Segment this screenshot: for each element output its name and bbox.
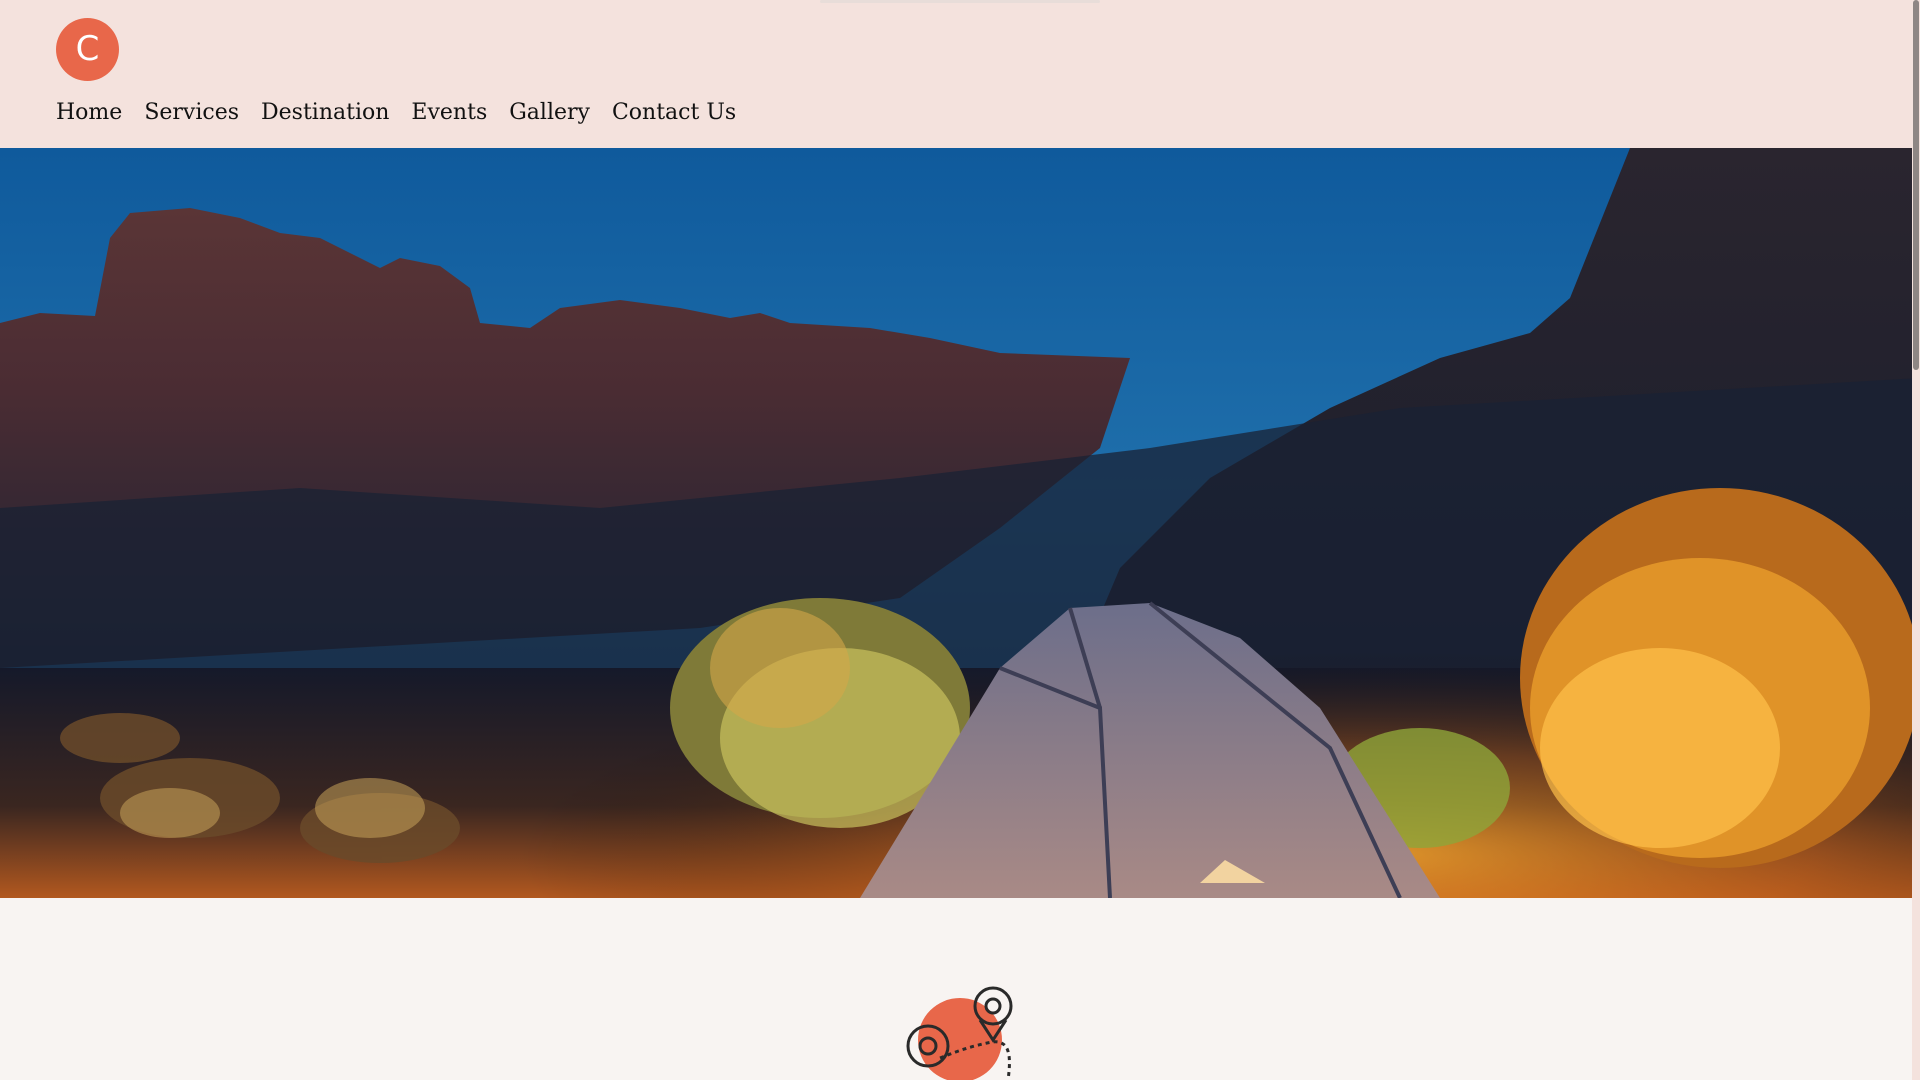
site-header: C Home Services Destination Events Galle… [0,0,1920,148]
nav-gallery[interactable]: Gallery [509,100,590,125]
site-logo[interactable]: C [56,18,119,81]
map-route-pin-icon [906,986,1013,1080]
nav-services[interactable]: Services [144,100,239,125]
hero-image [0,148,1920,898]
nav-events[interactable]: Events [411,100,487,125]
top-indicator [820,0,1100,3]
page-scrollbar[interactable] [1912,0,1920,1080]
nav-destination[interactable]: Destination [261,100,389,125]
scrollbar-thumb[interactable] [1913,0,1919,370]
nav-home[interactable]: Home [56,100,122,125]
nav-contact-us[interactable]: Contact Us [612,100,736,125]
main-nav: Home Services Destination Events Gallery… [56,100,736,125]
